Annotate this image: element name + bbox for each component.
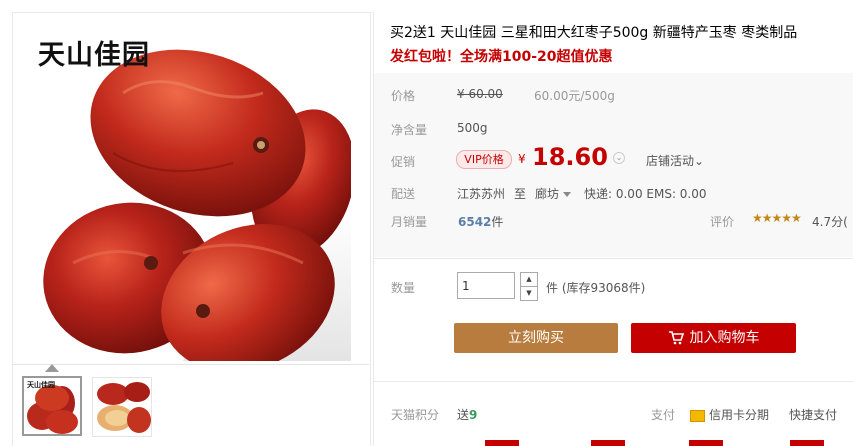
gallery-divider [12, 364, 369, 365]
stock-info: 件 (库存93068件) [546, 281, 646, 295]
points-prefix: 送 [457, 408, 470, 422]
rating-label: 评价 [710, 215, 735, 229]
points-divider [374, 381, 853, 382]
shipping-fee: 快递: 0.00 EMS: 0.00 [584, 187, 707, 201]
quantity-increase-button[interactable]: ▲ [520, 272, 538, 287]
chevron-down-icon[interactable]: ⌄ [613, 152, 625, 164]
weight-label: 净含量 [391, 123, 428, 137]
caret-down-icon [563, 192, 572, 197]
weight-value: 500g [457, 121, 488, 135]
store-event-label: 店铺活动 [646, 154, 695, 168]
chevron-down-icon: ⌄ [694, 154, 705, 168]
store-event-dropdown[interactable]: 店铺活动⌄ [646, 152, 704, 169]
monthly-sales: 6542件 [458, 213, 503, 230]
thumbnail-1[interactable]: 天山佳园 [22, 376, 82, 436]
main-product-image[interactable] [33, 33, 351, 361]
rating-score[interactable]: 4.7分( [812, 213, 848, 230]
points-label: 天猫积分 [391, 408, 440, 422]
shipping-destination-select[interactable]: 廊坊 [535, 185, 572, 202]
add-to-cart-label: 加入购物车 [689, 330, 760, 346]
vip-price-badge: VIP价格 [456, 150, 512, 169]
currency-symbol: ¥ [518, 152, 526, 166]
promo-banner[interactable]: 发红包啦！全场满100-20超值优惠 [390, 46, 613, 66]
service-tag [591, 440, 625, 446]
payment-label: 支付 [651, 408, 676, 422]
promotion-label: 促销 [391, 155, 416, 169]
quantity-label: 数量 [391, 281, 416, 295]
original-price: ¥ 60.00 [457, 87, 503, 101]
quantity-decrease-button[interactable]: ▼ [520, 286, 538, 301]
price-label: 价格 [391, 89, 416, 103]
rating-stars: ★★★★★ [752, 211, 802, 225]
unit-price: 60.00元/500g [534, 89, 615, 103]
service-tag [790, 440, 824, 446]
thumbnail-2[interactable] [92, 377, 152, 437]
cart-icon [668, 331, 684, 345]
quantity-input[interactable]: 1 [457, 272, 515, 299]
points-value: 送9 [457, 406, 477, 423]
sales-label: 月销量 [391, 215, 428, 229]
selected-thumb-arrow [45, 364, 59, 372]
sale-price: 18.60 [532, 143, 608, 171]
add-to-cart-button[interactable]: 加入购物车 [631, 323, 796, 353]
service-tag [689, 440, 723, 446]
quick-pay[interactable]: 快捷支付 [789, 406, 837, 423]
credit-card-icon [690, 409, 705, 422]
red-dates-illustration [33, 33, 351, 361]
buy-now-button[interactable]: 立刻购买 [454, 323, 618, 353]
points-number: 9 [469, 408, 478, 422]
brand-logo: 天山佳园 [38, 40, 150, 71]
shipping-label: 配送 [391, 187, 416, 201]
sales-unit: 件 [491, 215, 504, 229]
svg-text:天山佳园: 天山佳园 [27, 380, 55, 389]
service-tag [485, 440, 519, 446]
shipping-to-word: 至 [514, 187, 527, 201]
shipping-from: 江苏苏州 [457, 187, 506, 201]
credit-installment[interactable]: 信用卡分期 [690, 406, 769, 423]
product-title: 买2送1 天山佳园 三星和田大红枣子500g 新疆特产玉枣 枣类制品 [390, 25, 798, 41]
credit-installment-label: 信用卡分期 [709, 408, 770, 422]
sales-count: 6542 [458, 215, 492, 229]
panel-bottom-border [374, 258, 853, 259]
shipping-destination: 廊坊 [535, 187, 560, 201]
